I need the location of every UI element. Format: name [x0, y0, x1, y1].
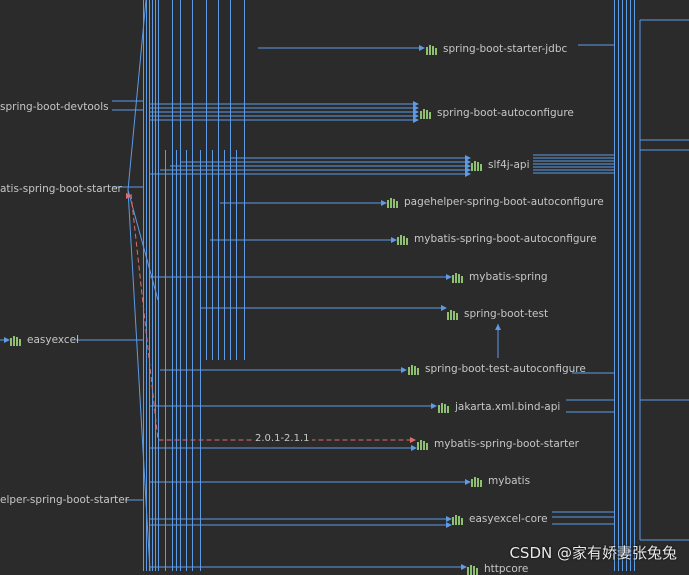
node-spring-boot-devtools[interactable]: spring-boot-devtools	[0, 101, 109, 113]
library-icon	[387, 197, 400, 208]
dependency-diagram: spring-boot-devtools atis-spring-boot-st…	[0, 0, 689, 575]
node-pagehelper-spring-boot-starter-left[interactable]: elper-spring-boot-starter	[0, 494, 129, 506]
node-label: spring-boot-starter-jdbc	[443, 43, 568, 55]
library-icon	[420, 108, 433, 119]
node-label: mybatis-spring-boot-starter	[434, 438, 579, 450]
library-icon	[417, 439, 430, 450]
library-icon	[438, 402, 451, 413]
node-spring-boot-test[interactable]: spring-boot-test	[447, 308, 548, 320]
node-label: httpcore	[484, 563, 529, 575]
node-mybatis-spring-boot-starter-left[interactable]: atis-spring-boot-starter	[0, 183, 122, 195]
left-connector-edge	[0, 100, 143, 501]
node-label: jakarta.xml.bind-api	[455, 401, 561, 413]
node-httpcore[interactable]: httpcore	[467, 563, 528, 575]
node-label: elper-spring-boot-starter	[0, 494, 130, 506]
library-icon	[471, 476, 484, 487]
edge-arrowhead	[495, 324, 501, 330]
library-icon	[397, 234, 410, 245]
node-spring-boot-test-autoconfigure[interactable]: spring-boot-test-autoconfigure	[408, 363, 586, 375]
library-icon	[452, 272, 465, 283]
node-easyexcel-core[interactable]: easyexcel-core	[452, 513, 548, 525]
node-pagehelper-spring-boot-autoconfigure[interactable]: pagehelper-spring-boot-autoconfigure	[387, 196, 604, 208]
conflict-arrowhead	[410, 437, 416, 443]
node-label: easyexcel-core	[469, 513, 548, 525]
library-icon	[426, 44, 439, 55]
node-label: spring-boot-devtools	[0, 101, 109, 113]
node-mybatis-spring-boot-starter[interactable]: mybatis-spring-boot-starter	[417, 438, 579, 450]
node-label: mybatis-spring	[469, 271, 548, 283]
edge-arrowhead	[465, 171, 471, 177]
node-easyexcel[interactable]: easyexcel	[10, 334, 79, 346]
node-label: atis-spring-boot-starter	[0, 183, 122, 195]
library-icon	[467, 564, 480, 575]
library-icon	[408, 364, 421, 375]
node-spring-boot-starter-jdbc[interactable]: spring-boot-starter-jdbc	[426, 43, 567, 55]
node-label: mybatis	[488, 475, 531, 487]
node-spring-boot-autoconfigure[interactable]: spring-boot-autoconfigure	[420, 107, 574, 119]
node-label: slf4j-api	[488, 159, 530, 171]
version-conflict-label: 2.0.1-2.1.1	[253, 433, 312, 444]
node-jakarta-xml-bind-api[interactable]: jakarta.xml.bind-api	[438, 401, 560, 413]
node-label: spring-boot-autoconfigure	[437, 107, 574, 119]
right-box-edge	[639, 19, 689, 541]
edge-arrowhead	[431, 403, 437, 409]
library-icon	[447, 309, 460, 320]
node-slf4j-api[interactable]: slf4j-api	[471, 159, 530, 171]
node-mybatis-spring-boot-autoconfigure[interactable]: mybatis-spring-boot-autoconfigure	[397, 233, 597, 245]
node-label: mybatis-spring-boot-autoconfigure	[414, 233, 597, 245]
edge-arrowhead	[419, 45, 425, 51]
edge-arrowhead	[401, 367, 407, 373]
node-mybatis-spring[interactable]: mybatis-spring	[452, 271, 548, 283]
node-label: pagehelper-spring-boot-autoconfigure	[404, 196, 604, 208]
watermark: CSDN @家有娇妻张兔兔	[509, 544, 677, 562]
dependency-edges	[0, 0, 689, 571]
library-icon	[10, 335, 23, 346]
edge-arrowhead	[413, 117, 419, 123]
node-label: spring-boot-test-autoconfigure	[425, 363, 586, 375]
library-icon	[452, 514, 465, 525]
node-mybatis[interactable]: mybatis	[471, 475, 530, 487]
node-label: easyexcel	[27, 334, 80, 346]
node-label: spring-boot-test	[464, 308, 549, 320]
library-icon	[471, 160, 484, 171]
